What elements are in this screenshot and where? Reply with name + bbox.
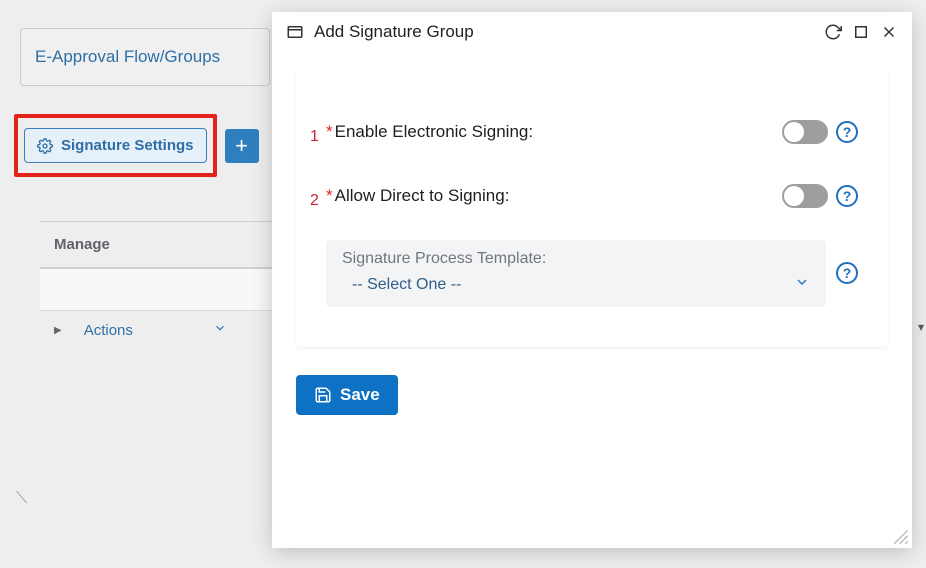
template-select-label: Signature Process Template: — [342, 250, 810, 268]
help-icon[interactable]: ? — [836, 121, 858, 143]
window-icon — [286, 23, 304, 41]
expand-caret-icon[interactable]: ▶ — [54, 325, 62, 336]
signature-settings-button[interactable]: Signature Settings — [24, 128, 207, 163]
right-edge-indicator-icon: ▾ — [918, 320, 924, 334]
save-button[interactable]: Save — [296, 375, 398, 415]
form-card: 1 *Enable Electronic Signing: ? 2 *Allow… — [296, 72, 888, 347]
save-icon — [314, 386, 332, 404]
bg-resize-handle-icon: ⟍ — [16, 490, 27, 508]
refresh-button[interactable] — [824, 23, 842, 41]
allow-direct-signing-row: 2 *Allow Direct to Signing: ? — [326, 184, 858, 208]
help-icon[interactable]: ? — [836, 262, 858, 284]
annotation-2: 2 — [310, 192, 319, 210]
save-button-label: Save — [340, 385, 380, 405]
enable-electronic-signing-toggle[interactable] — [782, 120, 828, 144]
allow-direct-signing-toggle[interactable] — [782, 184, 828, 208]
template-select-value: -- Select One -- — [342, 274, 810, 295]
actions-dropdown[interactable]: Actions — [84, 321, 227, 339]
add-signature-group-modal: Add Signature Group 1 *Enable Electronic… — [272, 12, 912, 548]
resize-handle-icon[interactable] — [894, 530, 908, 544]
modal-body: 1 *Enable Electronic Signing: ? 2 *Allow… — [272, 52, 912, 548]
toggle-knob — [784, 186, 804, 206]
e-approval-flow-link[interactable]: E-Approval Flow/Groups — [21, 29, 234, 85]
actions-label: Actions — [84, 322, 133, 339]
signature-settings-label: Signature Settings — [61, 137, 194, 154]
maximize-button[interactable] — [852, 23, 870, 41]
enable-electronic-signing-row: 1 *Enable Electronic Signing: ? — [326, 120, 858, 144]
enable-electronic-signing-label: *Enable Electronic Signing: — [326, 122, 782, 142]
toggle-knob — [784, 122, 804, 142]
bg-tabs-partial — [0, 0, 926, 8]
modal-header: Add Signature Group — [272, 12, 912, 52]
required-star-icon: * — [326, 122, 333, 141]
chevron-down-icon — [794, 274, 810, 295]
modal-title: Add Signature Group — [314, 22, 814, 42]
template-select-row: Signature Process Template: -- Select On… — [326, 248, 858, 307]
allow-direct-signing-label: *Allow Direct to Signing: — [326, 186, 782, 206]
close-button[interactable] — [880, 23, 898, 41]
required-star-icon: * — [326, 186, 333, 205]
chevron-down-icon — [213, 321, 227, 339]
plus-icon: + — [235, 135, 248, 157]
help-icon[interactable]: ? — [836, 185, 858, 207]
bg-card: E-Approval Flow/Groups — [20, 28, 270, 86]
add-button[interactable]: + — [225, 129, 259, 163]
annotation-1: 1 — [310, 128, 319, 146]
gear-icon — [37, 138, 53, 154]
highlight-marker: Signature Settings — [14, 114, 217, 177]
signature-template-select[interactable]: Signature Process Template: -- Select On… — [326, 240, 826, 307]
